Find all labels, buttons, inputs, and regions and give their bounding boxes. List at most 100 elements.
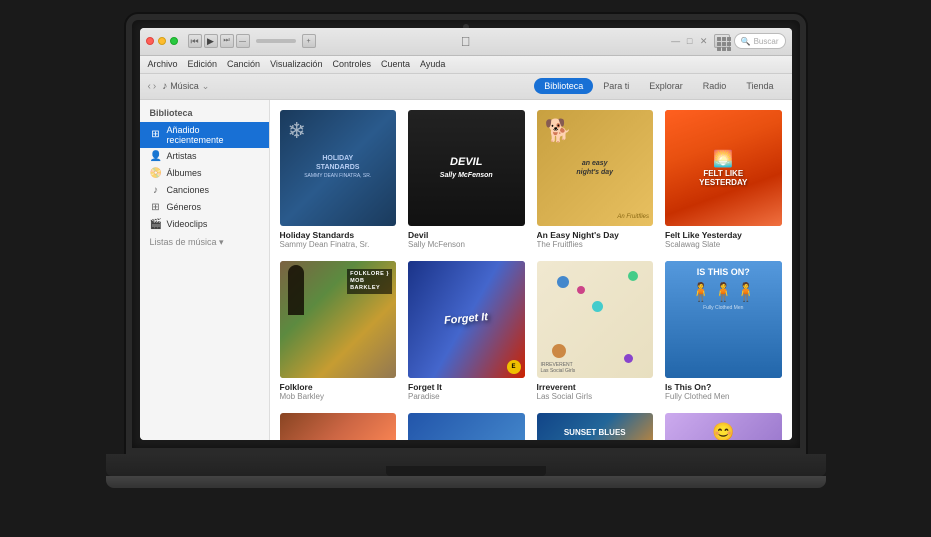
album-artist-isthis: Fully Clothed Men: [665, 392, 782, 401]
album-title-folklore: Folklore: [280, 382, 397, 392]
window-controls: — □ ✕: [670, 36, 710, 47]
sidebar-item-label-videoclips: Videoclips: [167, 219, 208, 229]
back-arrow[interactable]: ‹: [148, 81, 151, 92]
nav-music-label: Música: [170, 81, 199, 91]
tab-biblioteca[interactable]: Biblioteca: [534, 78, 593, 94]
main-content: Biblioteca ⊞ Añadido recientemente 👤 Art…: [140, 100, 792, 440]
album-cover-devil: DEVILSally McFenson: [408, 110, 525, 227]
album-cover-partial3: SUNSET BLUES: [537, 413, 654, 440]
genres-icon: ⊞: [150, 202, 162, 213]
music-icon: ♪: [162, 81, 167, 92]
maximize-win-button[interactable]: □: [684, 36, 696, 47]
forward-arrow[interactable]: ›: [153, 81, 156, 92]
tab-tienda[interactable]: Tienda: [736, 78, 783, 94]
sidebar-item-albums[interactable]: 📀 Álbumes: [140, 165, 269, 182]
album-cover-folklore: FOLKLORE }MOBBARKLEY: [280, 261, 397, 378]
next-button[interactable]: ⏭: [220, 34, 234, 48]
nav-music-section: ♪ Música ⌄: [162, 81, 209, 92]
isthis-bg: IS THIS ON? 🧍🧍🧍 Fully Clothed Men: [665, 261, 782, 378]
search-icon: 🔍: [741, 37, 751, 46]
album-easy-night[interactable]: An Fruitflies an easynight's day 🐕 An Ea…: [537, 110, 654, 250]
album-artist-holiday: Sammy Dean Finatra, Sr.: [280, 240, 397, 249]
volume-up[interactable]: +: [302, 34, 316, 48]
volume-down[interactable]: —: [236, 34, 250, 48]
album-grid: HOLIDAYSTANDARDSSAMMY DEAN FINATRA, SR. …: [280, 110, 782, 440]
menu-controles[interactable]: Controles: [332, 59, 371, 69]
holiday-cover-text: HOLIDAYSTANDARDSSAMMY DEAN FINATRA, SR.: [304, 155, 371, 180]
album-forget-it[interactable]: Forget It E Forget It Paradise: [408, 261, 525, 401]
album-cover-isthis: IS THIS ON? 🧍🧍🧍 Fully Clothed Men: [665, 261, 782, 378]
felt-bg: 🌅 FELT LIKEYESTERDAY: [665, 110, 782, 227]
tab-para-ti[interactable]: Para ti: [593, 78, 639, 94]
isthis-cover-text: IS THIS ON?: [697, 267, 750, 278]
album-artist-irreverent: Las Social Girls: [537, 392, 654, 401]
dot1: [557, 276, 569, 288]
play-button[interactable]: ▶: [204, 34, 218, 48]
album-holiday-standards[interactable]: HOLIDAYSTANDARDSSAMMY DEAN FINATRA, SR. …: [280, 110, 397, 250]
album-irreverent[interactable]: IRREVERENTLas Social Girls Irreverent La…: [537, 261, 654, 401]
album-artist-devil: Sally McFenson: [408, 240, 525, 249]
nav-dropdown-icon[interactable]: ⌄: [202, 81, 210, 92]
album-devil[interactable]: DEVILSally McFenson Devil Sally McFenson: [408, 110, 525, 250]
sidebar-section-title: Biblioteca: [140, 106, 269, 122]
nav-arrows: ‹ ›: [148, 81, 157, 92]
tab-explorar[interactable]: Explorar: [639, 78, 693, 94]
nav-bar: ‹ › ♪ Música ⌄ Biblioteca Para ti Explor…: [140, 74, 792, 100]
search-input[interactable]: Buscar: [754, 37, 779, 46]
album-partial1[interactable]: [280, 413, 397, 440]
volume-slider[interactable]: [256, 39, 296, 43]
album-title-holiday: Holiday Standards: [280, 230, 397, 240]
close-button[interactable]: [146, 37, 154, 45]
menu-cancion[interactable]: Canción: [227, 59, 260, 69]
album-folklore[interactable]: FOLKLORE }MOBBARKLEY Folklore Mob Barkle…: [280, 261, 397, 401]
nav-tabs: Biblioteca Para ti Explorar Radio Tienda: [534, 78, 783, 94]
album-partial2[interactable]: [408, 413, 525, 440]
minimize-win-button[interactable]: —: [670, 36, 682, 47]
album-artist-folklore: Mob Barkley: [280, 392, 397, 401]
sidebar-item-videoclips[interactable]: 🎬 Videoclips: [140, 216, 269, 233]
playlists-label: Listas de música ▾: [150, 237, 224, 248]
search-box[interactable]: 🔍 Buscar: [734, 33, 786, 49]
album-cover-partial1: [280, 413, 397, 440]
grid-view-button[interactable]: [714, 34, 730, 48]
sidebar-item-songs[interactable]: ♪ Canciones: [140, 182, 269, 199]
explicit-badge: E: [507, 360, 521, 374]
album-cover-partial2: [408, 413, 525, 440]
menu-archivo[interactable]: Archivo: [148, 59, 178, 69]
menu-visualizacion[interactable]: Visualización: [270, 59, 322, 69]
screen-frame: ⏮ ▶ ⏭ — +  — □ ✕: [126, 14, 806, 454]
partial3-text: SUNSET BLUES: [564, 428, 626, 437]
album-felt[interactable]: 🌅 FELT LIKEYESTERDAY Felt Like Yesterday…: [665, 110, 782, 250]
prev-button[interactable]: ⏮: [188, 34, 202, 48]
sidebar-item-genres[interactable]: ⊞ Géneros: [140, 199, 269, 216]
titlebar: ⏮ ▶ ⏭ — +  — □ ✕: [140, 28, 792, 56]
menu-cuenta[interactable]: Cuenta: [381, 59, 410, 69]
album-cover-easynight: An Fruitflies an easynight's day 🐕: [537, 110, 654, 227]
maximize-button[interactable]: [170, 37, 178, 45]
close-win-button[interactable]: ✕: [698, 36, 710, 47]
album-artist-felt: Scalawag Slate: [665, 240, 782, 249]
dot5: [624, 354, 633, 363]
devil-cover-text: DEVILSally McFenson: [440, 156, 493, 180]
playback-controls: ⏮ ▶ ⏭ — +: [188, 34, 316, 48]
folklore-text-overlay: FOLKLORE }MOBBARKLEY: [347, 269, 392, 294]
album-is-this-on[interactable]: IS THIS ON? 🧍🧍🧍 Fully Clothed Men Is Thi…: [665, 261, 782, 401]
album-title-forget: Forget It: [408, 382, 525, 392]
tab-radio[interactable]: Radio: [693, 78, 737, 94]
playlists-section[interactable]: Listas de música ▾: [140, 233, 269, 250]
sidebar-item-label-albums: Álbumes: [167, 168, 202, 178]
album-artist-forget: Paradise: [408, 392, 525, 401]
menu-edicion[interactable]: Edición: [188, 59, 218, 69]
sidebar-item-recently-added[interactable]: ⊞ Añadido recientemente: [140, 122, 269, 148]
album-cover-holiday: HOLIDAYSTANDARDSSAMMY DEAN FINATRA, SR.: [280, 110, 397, 227]
album-artist-easynight: The Fruitflies: [537, 240, 654, 249]
album-partial4[interactable]: 😊: [665, 413, 782, 440]
sidebar-item-artists[interactable]: 👤 Artistas: [140, 148, 269, 165]
minimize-button[interactable]: [158, 37, 166, 45]
menu-ayuda[interactable]: Ayuda: [420, 59, 445, 69]
dot6: [592, 301, 603, 312]
albums-icon: 📀: [150, 168, 162, 179]
album-title-easynight: An Easy Night's Day: [537, 230, 654, 240]
album-partial3[interactable]: SUNSET BLUES: [537, 413, 654, 440]
itunes-window: ⏮ ▶ ⏭ — +  — □ ✕: [140, 28, 792, 440]
